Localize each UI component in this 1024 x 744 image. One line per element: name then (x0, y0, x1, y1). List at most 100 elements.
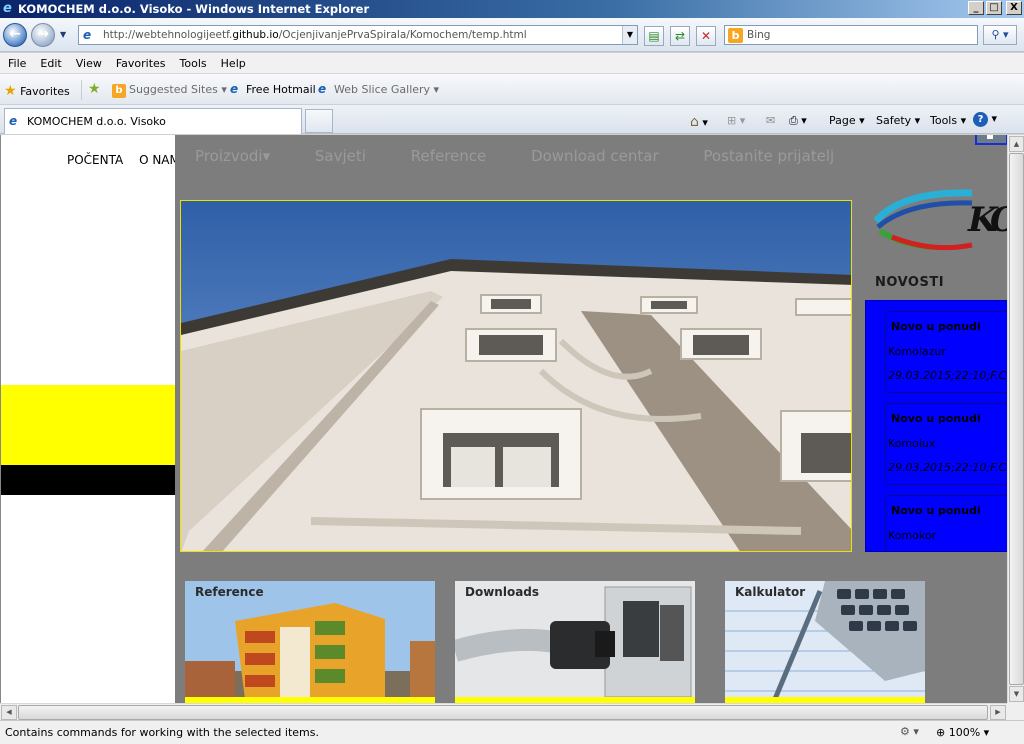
forward-button[interactable]: → (31, 23, 55, 47)
horizontal-scroll-thumb[interactable] (18, 705, 988, 720)
news-item-name: Komolazur (888, 345, 946, 358)
bing-icon: b (728, 28, 743, 43)
mail-icon: ✉ (766, 114, 776, 127)
zoom-control[interactable]: ⊕ 100% ▾ (936, 726, 989, 739)
protected-mode-icon[interactable]: ⚙ ▾ (900, 725, 919, 738)
suggested-sites-link[interactable]: b Suggested Sites ▾ (112, 83, 227, 98)
scroll-right-arrow[interactable]: ▶ (990, 705, 1006, 720)
safety-menu[interactable]: Safety ▾ (876, 114, 920, 127)
recent-pages-dropdown[interactable]: ▼ (60, 30, 66, 39)
free-hotmail-link[interactable]: e Free Hotmail (230, 82, 316, 97)
card-kalkulator-title: Kalkulator (735, 585, 806, 599)
favorites-label: Favorites (20, 85, 70, 98)
nav-o-nama-link[interactable]: O NAM (139, 153, 180, 167)
page-left-nav: POČENTA O NAM (67, 153, 192, 167)
nav-reference-link[interactable]: Reference (411, 147, 487, 165)
url-text[interactable]: http://webtehnologijeetf.github.io/Ocjen… (103, 29, 527, 41)
nav-pocetna-link[interactable]: POČENTA (67, 153, 123, 167)
nav-postanite-prijatelj-link[interactable]: Postanite prijatelj (703, 147, 834, 165)
card-kalkulator[interactable]: Kalkulator (725, 581, 925, 703)
menu-edit[interactable]: Edit (38, 53, 67, 73)
card-kalkulator-bar (725, 697, 925, 703)
refresh-icon[interactable]: ⇄ (670, 26, 690, 46)
close-button[interactable]: X (1006, 1, 1022, 15)
hotmail-ie-icon: e (230, 82, 239, 96)
news-item-name: Komolux (888, 437, 936, 450)
search-button[interactable]: ⚲ ▾ (983, 25, 1017, 45)
card-reference[interactable]: Reference (185, 581, 435, 703)
web-slice-gallery-link[interactable]: e Web Slice Gallery ▾ (318, 83, 439, 97)
news-item[interactable]: Novo u ponudi Komokor (885, 495, 1007, 551)
stop-icon[interactable]: ✕ (696, 26, 716, 46)
menu-favorites[interactable]: Favorites (114, 53, 172, 73)
menu-file[interactable]: File (6, 53, 32, 73)
read-mail-button[interactable]: ✉ (766, 114, 775, 127)
scroll-down-arrow[interactable]: ▼ (1009, 686, 1024, 702)
menu-view[interactable]: View (74, 53, 108, 73)
feeds-button[interactable]: ⊞ ▾ (727, 114, 745, 127)
tools-menu[interactable]: Tools ▾ (930, 114, 966, 127)
address-dropdown[interactable]: ▼ (622, 26, 637, 44)
printer-icon: ⎙ (789, 114, 798, 127)
back-button[interactable]: ← (3, 23, 27, 47)
tab-strip: e KOMOCHEM d.o.o. Visoko ⌂ ▾ ⊞ ▾ ✉ ⎙ ▾ P… (0, 105, 1024, 134)
svg-text:O: O (990, 200, 1007, 240)
hero-building-image (180, 200, 852, 552)
home-button[interactable]: ⌂ ▾ (690, 114, 708, 130)
modal-overlay: Proizvodi▾ Savjeti Reference Download ce… (175, 135, 1007, 703)
horizontal-scrollbar[interactable]: ◀ ▶ (0, 703, 1007, 720)
window-titlebar: e KOMOCHEM d.o.o. Visoko - Windows Inter… (0, 0, 1024, 18)
status-bar: Contains commands for working with the s… (0, 720, 1024, 744)
news-panel: Novo u ponudi Komolazur 29.03.2015;22:10… (865, 300, 1007, 552)
window-controls: _ □ X (968, 1, 1022, 15)
nav-proizvodi-link[interactable]: Proizvodi▾ (195, 147, 270, 165)
status-message: Contains commands for working with the s… (5, 726, 319, 739)
new-tab-button[interactable] (305, 109, 333, 133)
ie-logo-icon: e (3, 1, 12, 16)
komochem-logo[interactable]: K O (872, 185, 1007, 257)
scroll-left-arrow[interactable]: ◀ (1, 705, 17, 720)
menu-help[interactable]: Help (219, 53, 252, 73)
page-menu[interactable]: Page ▾ (829, 114, 865, 127)
news-item-title: Novo u ponudi (891, 320, 981, 333)
compatibility-view-icon[interactable]: ▤ (644, 26, 664, 46)
yellow-band (1, 385, 175, 465)
vertical-scrollbar[interactable]: ▲ ▼ (1007, 135, 1024, 703)
print-button[interactable]: ⎙ ▾ (789, 114, 807, 128)
add-to-favorites-bar-icon[interactable]: ★ (88, 81, 101, 97)
overlay-main-nav: Proizvodi▾ Savjeti Reference Download ce… (195, 147, 874, 165)
search-field[interactable]: b Bing (724, 25, 978, 45)
vertical-scroll-thumb[interactable] (1009, 153, 1024, 685)
nav-download-centar-link[interactable]: Download centar (531, 147, 659, 165)
page-viewport: POČENTA O NAM Proizvodi▾ Savjeti Referen… (0, 135, 1007, 703)
scrollbar-corner (1007, 703, 1024, 720)
page-icon: e (83, 28, 92, 42)
menu-tools[interactable]: Tools (178, 53, 213, 73)
card-downloads-bar (455, 697, 695, 703)
minimize-button[interactable]: _ (968, 1, 984, 15)
black-band (1, 465, 175, 495)
address-field[interactable]: e http://webtehnologijeetf.github.io/Ocj… (78, 25, 638, 45)
tab-komochem[interactable]: e KOMOCHEM d.o.o. Visoko (4, 108, 302, 134)
help-button[interactable]: ? ▾ (973, 112, 997, 127)
news-item[interactable]: Novo u ponudi Komolux 29.03.2015;22:10;F… (885, 403, 1007, 485)
corner-widget[interactable] (975, 135, 1007, 145)
help-icon: ? (973, 112, 988, 127)
news-item-name: Komokor (888, 529, 937, 542)
news-item[interactable]: Novo u ponudi Komolazur 29.03.2015;22:10… (885, 311, 1007, 393)
card-downloads[interactable]: Downloads (455, 581, 695, 703)
tab-title: KOMOCHEM d.o.o. Visoko (27, 115, 166, 128)
window-title: KOMOCHEM d.o.o. Visoko - Windows Interne… (18, 2, 370, 16)
news-item-date: 29.03.2015;22:10;F.C (888, 461, 1007, 474)
address-toolbar: ← → ▼ e http://webtehnologijeetf.github.… (0, 18, 1024, 52)
home-icon: ⌂ (690, 114, 699, 130)
favorites-button[interactable]: ★ Favorites (4, 83, 70, 99)
suggested-sites-icon: b (112, 84, 126, 98)
card-reference-bar (185, 697, 435, 703)
menu-bar: File Edit View Favorites Tools Help (0, 53, 1024, 74)
favorites-star-icon: ★ (4, 83, 17, 99)
maximize-button[interactable]: □ (986, 1, 1002, 15)
news-item-title: Novo u ponudi (891, 504, 981, 517)
scroll-up-arrow[interactable]: ▲ (1009, 136, 1024, 152)
nav-savjeti-link[interactable]: Savjeti (315, 147, 366, 165)
